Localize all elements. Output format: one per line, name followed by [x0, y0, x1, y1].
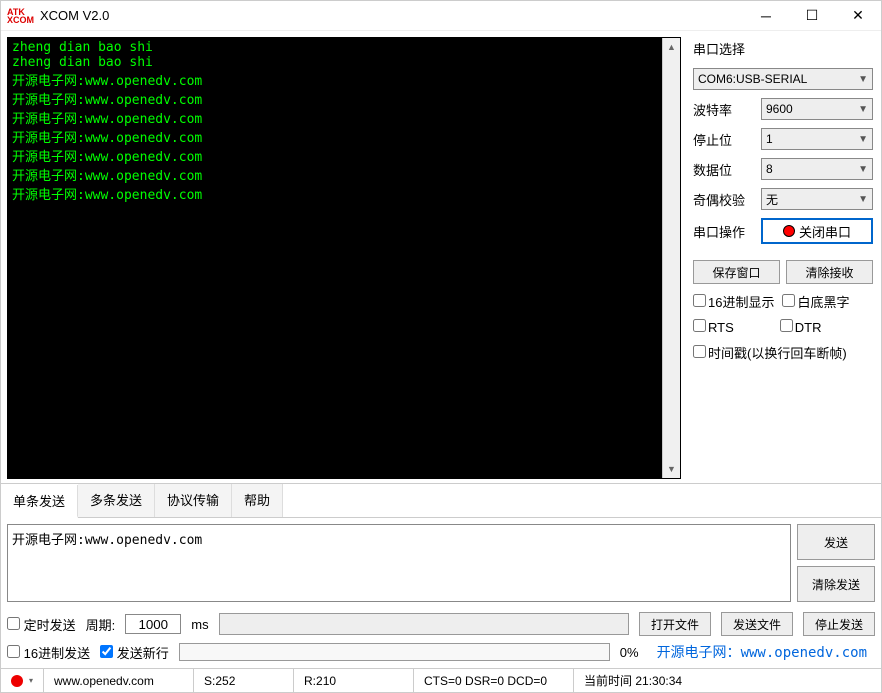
period-label: 周期:: [86, 615, 116, 634]
tabs: 单条发送 多条发送 协议传输 帮助: [1, 483, 881, 517]
rts-checkbox[interactable]: RTS: [693, 319, 734, 335]
baud-label: 波特率: [693, 100, 753, 119]
port-select-label: 串口选择: [693, 39, 873, 58]
maximize-button[interactable]: ☐: [789, 1, 835, 31]
window-title: XCOM V2.0: [40, 8, 743, 23]
dtr-checkbox[interactable]: DTR: [780, 319, 822, 335]
progress-bar: [179, 643, 610, 661]
status-url[interactable]: www.openedv.com: [44, 669, 194, 692]
link-banner[interactable]: 开源电子网：www.openedv.com: [649, 642, 875, 662]
record-icon: [783, 225, 795, 237]
status-dot-icon: [11, 675, 23, 687]
chevron-down-icon: ▼: [858, 104, 868, 115]
terminal-scrollbar[interactable]: ▲ ▼: [662, 38, 680, 478]
ms-label: ms: [191, 617, 208, 632]
file-path-field[interactable]: [219, 613, 629, 635]
data-label: 数据位: [693, 160, 753, 179]
send-textarea[interactable]: [7, 524, 791, 602]
sidebar: 串口选择 COM6:USB-SERIAL▼ 波特率 9600▼ 停止位 1▼ 数…: [685, 31, 881, 483]
status-received: R:210: [294, 669, 414, 692]
minimize-button[interactable]: ─: [743, 1, 789, 31]
clear-send-button[interactable]: 清除发送: [797, 566, 875, 602]
progress-percent: 0%: [620, 645, 639, 660]
close-button[interactable]: ✕: [835, 1, 881, 31]
period-input[interactable]: [125, 614, 181, 634]
app-logo: ATKXCOM: [7, 8, 34, 24]
stop-label: 停止位: [693, 130, 753, 149]
scroll-up-icon[interactable]: ▲: [663, 38, 680, 56]
tab-help[interactable]: 帮助: [232, 484, 283, 517]
send-button[interactable]: 发送: [797, 524, 875, 560]
statusbar: ▾ www.openedv.com S:252 R:210 CTS=0 DSR=…: [1, 668, 881, 692]
chevron-down-icon: ▼: [858, 134, 868, 145]
tab-multi-send[interactable]: 多条发送: [78, 484, 155, 517]
chevron-down-icon: ▼: [858, 194, 868, 205]
tab-single-send[interactable]: 单条发送: [1, 485, 78, 518]
baud-select[interactable]: 9600▼: [761, 98, 873, 120]
status-time: 当前时间 21:30:34: [574, 669, 881, 692]
port-toggle-button[interactable]: 关闭串口: [761, 218, 873, 244]
chevron-down-icon: ▼: [858, 74, 868, 85]
port-select[interactable]: COM6:USB-SERIAL▼: [693, 68, 873, 90]
status-sent: S:252: [194, 669, 294, 692]
terminal-output[interactable]: zheng dian bao shi zheng dian bao shi 开源…: [8, 38, 662, 478]
data-select[interactable]: 8▼: [761, 158, 873, 180]
timed-send-checkbox[interactable]: 定时发送: [7, 615, 76, 634]
hex-display-checkbox[interactable]: 16进制显示: [693, 292, 774, 311]
stop-send-button[interactable]: 停止发送: [803, 612, 875, 636]
status-signals: CTS=0 DSR=0 DCD=0: [414, 669, 574, 692]
titlebar: ATKXCOM XCOM V2.0 ─ ☐ ✕: [1, 1, 881, 31]
save-window-button[interactable]: 保存窗口: [693, 260, 780, 284]
open-file-button[interactable]: 打开文件: [639, 612, 711, 636]
status-indicator: ▾: [1, 669, 44, 692]
timestamp-checkbox[interactable]: 时间戳(以换行回车断帧): [693, 343, 847, 362]
stop-select[interactable]: 1▼: [761, 128, 873, 150]
clear-receive-button[interactable]: 清除接收: [786, 260, 873, 284]
send-newline-checkbox[interactable]: 发送新行: [100, 643, 169, 662]
parity-label: 奇偶校验: [693, 190, 753, 209]
tab-protocol[interactable]: 协议传输: [155, 484, 232, 517]
scroll-down-icon[interactable]: ▼: [663, 460, 680, 478]
hex-send-checkbox[interactable]: 16进制发送: [7, 643, 90, 662]
terminal-panel: zheng dian bao shi zheng dian bao shi 开源…: [7, 37, 681, 479]
parity-select[interactable]: 无▼: [761, 188, 873, 210]
white-bg-checkbox[interactable]: 白底黑字: [782, 292, 849, 311]
send-file-button[interactable]: 发送文件: [721, 612, 793, 636]
chevron-down-icon: ▼: [858, 164, 868, 175]
port-op-label: 串口操作: [693, 222, 753, 241]
